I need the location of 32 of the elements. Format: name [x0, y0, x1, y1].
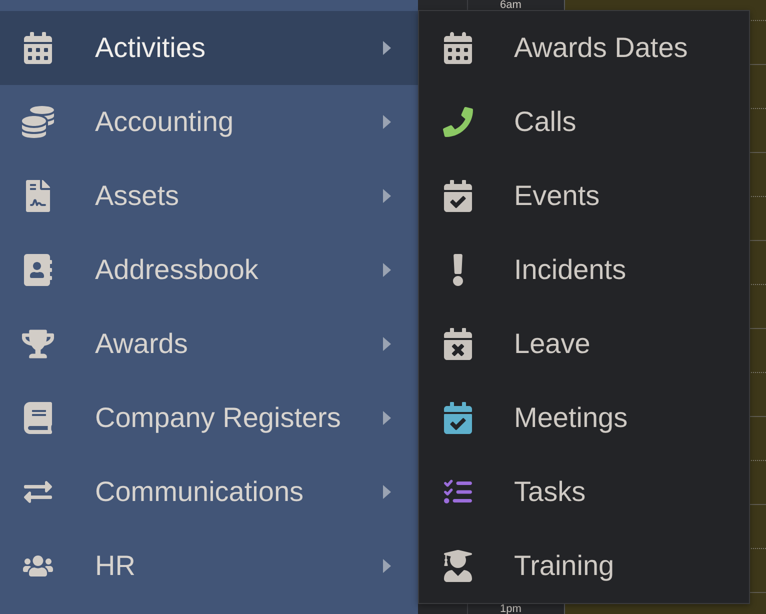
exchange-arrows-icon [24, 478, 52, 506]
time-label: 1pm [500, 604, 522, 614]
submenu-item[interactable]: Meetings [419, 381, 749, 455]
menu-item[interactable]: Communications [0, 455, 418, 529]
menu-item[interactable]: Addressbook [0, 233, 418, 307]
submenu-item[interactable]: Tasks [419, 455, 749, 529]
submenu-item[interactable]: Awards Dates [419, 11, 749, 85]
submenu-item[interactable]: Events [419, 159, 749, 233]
submenu-item[interactable]: Incidents [419, 233, 749, 307]
caret-icon [383, 337, 391, 351]
caret-icon [383, 41, 391, 55]
caret-icon [383, 189, 391, 203]
menu-item[interactable]: Awards [0, 307, 418, 381]
coins-icon [22, 106, 54, 138]
time-label: 6am [500, 0, 522, 10]
calendar-icon [22, 32, 54, 64]
caret-icon [383, 115, 391, 129]
caret-icon [383, 263, 391, 277]
caret-icon [383, 485, 391, 499]
submenu-item[interactable]: Training [419, 529, 749, 603]
caret-icon [383, 411, 391, 425]
submenu-item[interactable]: Calls [419, 85, 749, 159]
menu-item[interactable]: Assets [0, 159, 418, 233]
menu-item[interactable]: HR [0, 529, 418, 603]
book-icon [22, 402, 54, 434]
menu-item[interactable]: Accounting [0, 85, 418, 159]
trophy-icon [22, 328, 54, 360]
address-book-icon [22, 254, 54, 286]
menu-item[interactable]: Activities [0, 11, 418, 85]
menu-item[interactable]: Company Registers [0, 381, 418, 455]
submenu-item[interactable]: Leave [419, 307, 749, 381]
caret-icon [383, 559, 391, 573]
